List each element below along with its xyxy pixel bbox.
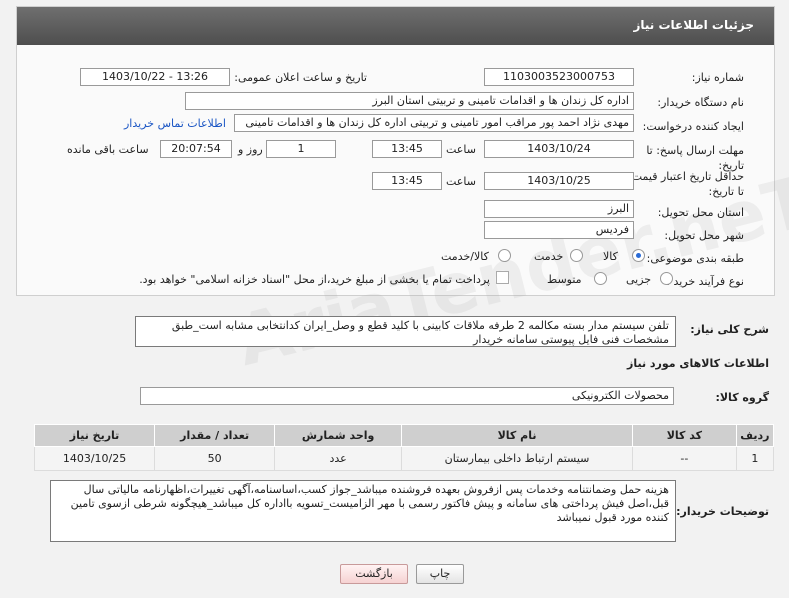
table-header-row: ردیف کد کالا نام کالا واحد شمارش تعداد /… bbox=[33, 424, 775, 447]
summary-textarea: تلفن سیستم مدار بسته مکالمه 2 طرفه ملاقا… bbox=[135, 316, 676, 347]
purchase-medium-label: متوسط bbox=[547, 273, 582, 286]
announce-field: 1403/10/22 - 13:26 bbox=[80, 68, 230, 86]
cell-name: سیستم ارتباط داخلی بیمارستان bbox=[401, 446, 633, 471]
cell-date: 1403/10/25 bbox=[33, 446, 156, 471]
deadline-time-field: 13:45 bbox=[372, 140, 442, 158]
cell-qty: 50 bbox=[154, 446, 276, 471]
city-field: فردیس bbox=[484, 221, 634, 239]
col-row: ردیف bbox=[735, 424, 775, 447]
days-field: 1 bbox=[266, 140, 336, 158]
category-radio-both[interactable] bbox=[498, 249, 511, 262]
category-label: طبقه بندی موضوعی: bbox=[646, 252, 744, 265]
province-label: استان محل تحویل: bbox=[657, 206, 744, 219]
category-both-label: کالا/خدمت bbox=[441, 250, 489, 263]
treasury-payment-checkbox[interactable] bbox=[496, 271, 509, 284]
col-unit: واحد شمارش bbox=[274, 424, 403, 447]
category-radio-goods[interactable] bbox=[632, 249, 645, 262]
payment-note: پرداخت تمام یا بخشی از مبلغ خرید،از محل … bbox=[139, 273, 490, 286]
price-validity-time-field: 13:45 bbox=[372, 172, 442, 190]
creator-label: ایجاد کننده درخواست: bbox=[642, 120, 744, 133]
purchase-radio-minor[interactable] bbox=[660, 272, 673, 285]
print-button[interactable]: چاپ bbox=[416, 564, 464, 584]
price-validity-time-label: ساعت bbox=[446, 175, 476, 188]
cell-code: -- bbox=[631, 446, 737, 471]
col-name: نام کالا bbox=[401, 424, 633, 447]
purchase-radio-medium[interactable] bbox=[594, 272, 607, 285]
buyer-org-label: نام دستگاه خریدار: bbox=[657, 96, 744, 109]
buyer-notes-label: توضیحات خریدار: bbox=[676, 505, 769, 518]
need-number-field: 1103003523000753 bbox=[484, 68, 634, 86]
creator-field: مهدی نژاد احمد پور مراقب امور تامینی و ت… bbox=[234, 114, 634, 132]
deadline-date-field: 1403/10/24 bbox=[484, 140, 634, 158]
price-validity-label: حداقل تاریخ اعتبار قیمت: تا تاریخ: bbox=[628, 170, 744, 198]
summary-label: شرح کلی نیاز: bbox=[690, 323, 769, 336]
remaining-time-field: 20:07:54 bbox=[160, 140, 232, 158]
purchase-minor-label: جزیی bbox=[626, 273, 652, 286]
goods-section-title: اطلاعات کالاهای مورد نیاز bbox=[627, 357, 769, 370]
city-label: شهر محل تحویل: bbox=[664, 229, 744, 242]
category-radio-service[interactable] bbox=[570, 249, 583, 262]
buyer-contact-link[interactable]: اطلاعات تماس خریدار bbox=[124, 117, 226, 130]
goods-group-label: گروه کالا: bbox=[715, 391, 769, 404]
announce-label: تاریخ و ساعت اعلان عمومی: bbox=[234, 71, 367, 84]
deadline-time-label: ساعت bbox=[446, 143, 476, 156]
goods-group-field: محصولات الکترونیکی bbox=[140, 387, 674, 405]
cell-row: 1 bbox=[735, 446, 775, 471]
goods-table: ردیف کد کالا نام کالا واحد شمارش تعداد /… bbox=[33, 424, 775, 471]
buyer-notes-textarea: هزینه حمل وضمانتنامه وخدمات پس ازفروش بع… bbox=[50, 480, 676, 542]
need-number-label: شماره نیاز: bbox=[691, 71, 744, 84]
category-service-label: خدمت bbox=[534, 250, 564, 263]
table-row: 1 -- سیستم ارتباط داخلی بیمارستان عدد 50… bbox=[33, 446, 775, 471]
col-code: کد کالا bbox=[631, 424, 737, 447]
col-date: تاریخ نیاز bbox=[33, 424, 156, 447]
cell-unit: عدد bbox=[274, 446, 403, 471]
province-field: البرز bbox=[484, 200, 634, 218]
buyer-org-field: اداره کل زندان ها و اقدامات تامینی و ترب… bbox=[185, 92, 634, 110]
price-validity-date-field: 1403/10/25 bbox=[484, 172, 634, 190]
category-goods-label: کالا bbox=[603, 250, 618, 263]
remaining-label: ساعت باقی مانده bbox=[67, 143, 149, 156]
days-label: روز و bbox=[238, 143, 263, 156]
purchase-type-label: نوع فرآیند خرید : bbox=[666, 275, 744, 288]
back-button[interactable]: بازگشت bbox=[340, 564, 408, 584]
col-qty: تعداد / مقدار bbox=[154, 424, 276, 447]
page-title: جزئیات اطلاعات نیاز bbox=[633, 18, 754, 32]
